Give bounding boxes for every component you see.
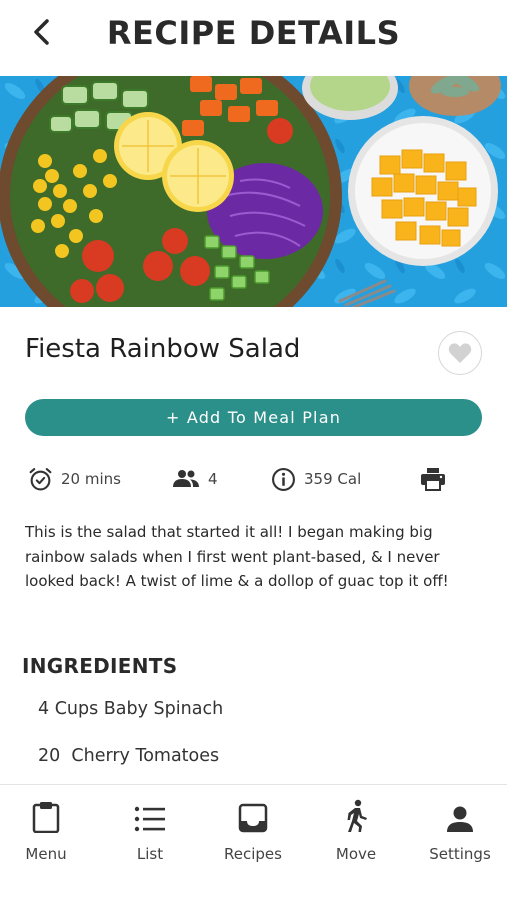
ingredients-heading: INGREDIENTS (22, 654, 178, 678)
bottom-tab-bar: Menu List Recipes Move Settings (0, 784, 507, 900)
list-icon (134, 806, 165, 832)
recipe-description: This is the salad that started it all! I… (25, 523, 449, 590)
scroll-fade (0, 770, 507, 784)
ingredient-item: 4 Cups Baby Spinach (38, 699, 224, 719)
walking-icon (347, 799, 367, 832)
add-to-meal-plan-button[interactable]: + Add To Meal Plan (25, 399, 482, 436)
tab-recipes[interactable]: Recipes (213, 785, 293, 885)
prep-time-value: 20 mins (61, 470, 121, 488)
recipe-title: Fiesta Rainbow Salad (25, 334, 301, 364)
people-icon (173, 470, 199, 487)
info-icon (272, 467, 295, 491)
favorite-button[interactable] (438, 331, 482, 375)
page-title: RECIPE DETAILS (106, 14, 401, 52)
calories-value: 359 Cal (304, 470, 362, 488)
servings-value: 4 (208, 470, 218, 488)
tab-settings[interactable]: Settings (419, 785, 501, 885)
recipe-stats: 20 mins 4 359 Cal (0, 462, 507, 496)
heart-icon (448, 343, 472, 363)
printer-icon (421, 468, 445, 491)
tab-menu[interactable]: Menu (6, 785, 86, 885)
print-button[interactable] (420, 462, 446, 496)
tab-move[interactable]: Move (316, 785, 396, 885)
tab-recipes-label: Recipes (224, 845, 282, 863)
tab-settings-label: Settings (429, 845, 491, 863)
tab-list-label: List (136, 845, 164, 863)
prep-time: 20 mins (28, 462, 121, 496)
app-header: RECIPE DETAILS (0, 0, 507, 76)
tab-menu-label: Menu (25, 845, 67, 863)
clipboard-icon (32, 802, 60, 833)
inbox-icon (238, 803, 268, 833)
ingredient-item: 20 Cherry Tomatoes (38, 746, 220, 766)
calories: 359 Cal (271, 462, 361, 496)
person-icon (447, 806, 473, 832)
alarm-clock-icon (29, 467, 52, 490)
tab-move-label: Move (335, 845, 377, 863)
tab-list[interactable]: List (110, 785, 190, 885)
recipe-hero-image (0, 76, 507, 307)
servings: 4 (172, 462, 218, 496)
